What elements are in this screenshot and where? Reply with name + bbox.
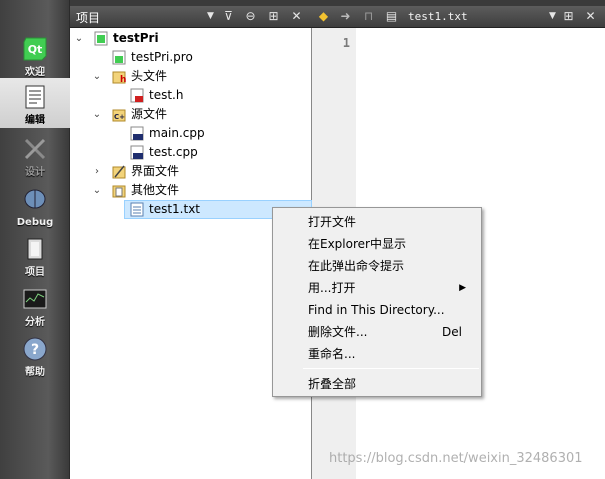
form-folder-icon (112, 165, 126, 179)
menu-item-collapse-all[interactable]: 折叠全部 (274, 373, 480, 395)
chevron-down-icon[interactable]: ⌄ (74, 29, 84, 48)
menu-item-show-in-explorer[interactable]: 在Explorer中显示 (274, 233, 480, 255)
mode-label: 项目 (25, 267, 45, 278)
text-file-icon (130, 202, 144, 217)
mode-debug[interactable]: Debug (0, 180, 70, 230)
tree-item-file[interactable]: main.cpp (70, 124, 312, 143)
close-panel-icon[interactable]: ✕ (288, 8, 305, 25)
tree-item-folder[interactable]: ⌄ C+ 源文件 (70, 105, 312, 124)
tree-item-project[interactable]: ⌄ testPri (70, 29, 312, 48)
pro-file-icon (112, 50, 126, 65)
tree-item-folder[interactable]: › 界面文件 (70, 162, 312, 181)
menu-item-label: 折叠全部 (308, 377, 357, 391)
tree-item-label: test.h (149, 88, 184, 102)
split-panel-icon[interactable]: ⊞ (265, 8, 282, 25)
design-tools-icon (24, 138, 46, 160)
tree-item-label: test.cpp (149, 145, 198, 159)
forward-arrow-icon[interactable]: ➜ (337, 8, 354, 25)
edit-document-icon (25, 85, 45, 109)
tree-item-label: testPri (113, 31, 159, 45)
mode-design[interactable]: 设计 (0, 130, 70, 180)
chevron-down-icon[interactable]: ⌄ (92, 67, 102, 86)
mode-label: 欢迎 (25, 67, 45, 78)
help-icon: ? (23, 337, 47, 361)
header-file-icon (130, 88, 144, 103)
other-folder-icon (112, 185, 126, 198)
project-icon (27, 238, 43, 260)
mode-label: 分析 (25, 317, 45, 328)
menu-item-label: 删除文件... (308, 325, 368, 339)
back-arrow-icon[interactable]: ◆ (315, 8, 332, 25)
menu-item-label: 重命名... (308, 347, 356, 361)
editor-file-name[interactable]: test1.txt (408, 10, 468, 23)
menu-item-delete-file[interactable]: 删除文件... Del (274, 321, 480, 343)
mode-label: Debug (16, 217, 54, 228)
tree-item-label: 其他文件 (131, 183, 180, 197)
tree-item-file[interactable]: test.cpp (70, 143, 312, 162)
mode-label: 设计 (25, 167, 45, 178)
close-editor-icon[interactable]: ✕ (582, 8, 599, 25)
line-number: 1 (342, 36, 350, 50)
tree-item-label: test1.txt (149, 202, 201, 216)
svg-text:h: h (120, 75, 126, 84)
split-editor-icon[interactable]: ⊞ (560, 8, 577, 25)
menu-item-label: Find in This Directory... (308, 303, 445, 317)
qt-project-icon (94, 31, 108, 46)
file-dropdown-icon[interactable]: ▼ (544, 8, 561, 25)
debug-icon (24, 189, 46, 209)
mode-edit[interactable]: 编辑 (0, 78, 70, 128)
menu-item-open-with[interactable]: 用...打开 ▶ (274, 277, 480, 299)
mode-analyze[interactable]: 分析 (0, 280, 70, 330)
menu-item-shortcut: Del (442, 325, 462, 339)
tree-item-label: 界面文件 (131, 164, 180, 178)
menu-item-label: 用...打开 (308, 281, 356, 295)
mode-projects[interactable]: 项目 (0, 230, 70, 280)
tree-item-label: testPri.pro (131, 50, 193, 64)
mode-sidebar: Qt 欢迎 编辑 设计 Debug 项目 分析 ? 帮助 (0, 0, 70, 479)
svg-text:?: ? (31, 342, 39, 358)
cpp-file-icon (130, 145, 144, 160)
svg-text:Qt: Qt (28, 43, 43, 56)
editor-toolbar: ◆ ➜ ⊓ ▤ test1.txt ▼ ⊞ ✕ (312, 6, 605, 28)
chevron-right-icon[interactable]: › (92, 162, 102, 181)
project-panel-title: 项目 (76, 11, 101, 25)
menu-item-rename[interactable]: 重命名... (274, 343, 480, 365)
menu-item-find-in-directory[interactable]: Find in This Directory... (274, 299, 480, 321)
tree-item-folder[interactable]: ⌄ h 头文件 (70, 67, 312, 86)
menu-item-label: 在Explorer中显示 (308, 237, 406, 251)
tree-item-folder[interactable]: ⌄ 其他文件 (70, 181, 312, 200)
menu-item-open-file[interactable]: 打开文件 (274, 211, 480, 233)
sync-link-icon[interactable]: ⊖ (242, 8, 259, 25)
mode-help[interactable]: ? 帮助 (0, 330, 70, 380)
mode-label: 帮助 (25, 367, 45, 378)
mode-welcome[interactable]: Qt 欢迎 (0, 30, 70, 80)
filter-icon[interactable]: ⊽ (220, 8, 237, 25)
project-panel-header: 项目 ▼ ⊽ ⊖ ⊞ ✕ (70, 6, 312, 28)
watermark: https://blog.csdn.net/weixin_32486301 (329, 451, 583, 466)
header-folder-icon: h (112, 71, 126, 84)
mode-label: 编辑 (25, 115, 45, 126)
tree-item-file[interactable]: test.h (70, 86, 312, 105)
tree-item-file[interactable]: testPri.pro (70, 48, 312, 67)
menu-item-label: 打开文件 (308, 215, 357, 229)
document-icon: ▤ (385, 9, 398, 23)
tree-item-label: 头文件 (131, 69, 168, 83)
lock-icon[interactable]: ⊓ (360, 8, 377, 25)
cpp-file-icon (130, 126, 144, 141)
tree-item-label: 源文件 (131, 107, 168, 121)
submenu-arrow-icon: ▶ (459, 283, 466, 293)
tree-item-label: main.cpp (149, 126, 205, 140)
menu-item-open-command-prompt[interactable]: 在此弹出命令提示 (274, 255, 480, 277)
view-dropdown-icon[interactable]: ▼ (202, 8, 219, 25)
svg-text:C+: C+ (114, 113, 125, 121)
analyze-icon (23, 289, 47, 309)
chevron-down-icon[interactable]: ⌄ (92, 181, 102, 200)
chevron-down-icon[interactable]: ⌄ (92, 105, 102, 124)
menu-item-label: 在此弹出命令提示 (308, 259, 405, 273)
context-menu: 打开文件 在Explorer中显示 在此弹出命令提示 用...打开 ▶ Find… (272, 207, 482, 397)
source-folder-icon: C+ (112, 109, 126, 122)
menu-separator (303, 368, 479, 369)
qt-logo-icon: Qt (23, 37, 47, 61)
